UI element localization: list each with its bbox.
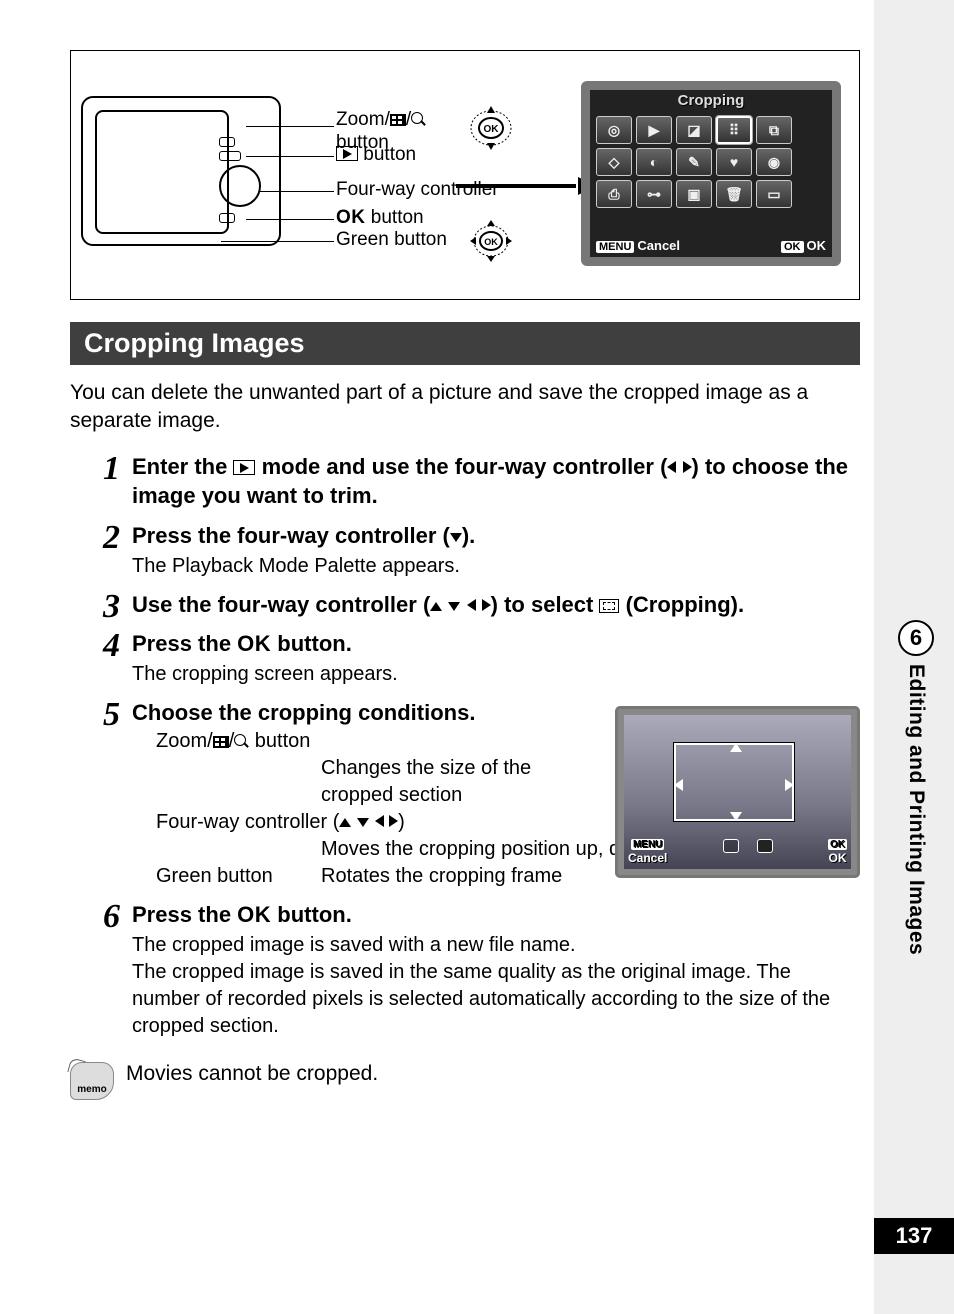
chapter-number-badge: 6 (898, 620, 934, 656)
ok-dpad-icon-all: OK (466, 216, 516, 266)
ok-button-label: OK button (336, 207, 424, 230)
step-3: 3 Use the four-way controller ( ) to sel… (70, 590, 860, 620)
palette-icon-grid: ◎▶◪⠿⧉ ◇◐✎♥◉ ⎙⊶▣🗑▭ (590, 112, 832, 212)
crop-icon (599, 599, 619, 613)
arrow-right-icon (456, 179, 596, 193)
step-2: 2 Press the four-way controller (). The … (70, 521, 860, 580)
crop-screen-preview: MENUCancel OKOK (615, 706, 860, 878)
chapter-title: Editing and Printing Images (904, 664, 928, 955)
playback-button-label: button (336, 144, 416, 167)
palette-screen-preview: Cropping ◎▶◪⠿⧉ ◇◐✎♥◉ ⎙⊶▣🗑▭ MENUCancel OK… (581, 81, 841, 266)
steps-list: 1 Enter the mode and use the four-way co… (70, 452, 860, 1040)
thumbnail-icon (390, 114, 406, 126)
intro-text: You can delete the unwanted part of a pi… (70, 379, 860, 436)
thumbnail-icon (213, 736, 229, 748)
playback-icon (336, 146, 358, 161)
memo-text: Movies cannot be cropped. (126, 1062, 378, 1086)
page-number: 137 (874, 1218, 954, 1254)
playback-icon (233, 460, 255, 475)
page-content: Zoom// button button Four-way controller… (70, 50, 860, 1100)
step-1: 1 Enter the mode and use the four-way co… (70, 452, 860, 511)
svg-text:OK: OK (484, 237, 498, 247)
memo-icon: memo (70, 1062, 114, 1100)
step-4: 4 Press the OK button. The cropping scre… (70, 629, 860, 688)
ok-dpad-icon-vertical: OK (466, 103, 516, 153)
sidebar: 6 Editing and Printing Images 137 (874, 0, 954, 1314)
screen-title: Cropping (590, 90, 832, 112)
green-button-label: Green button (336, 229, 447, 252)
crop-palette-item: ⠿ (716, 116, 752, 144)
svg-text:OK: OK (484, 124, 500, 135)
camera-diagram: Zoom// button button Four-way controller… (70, 50, 860, 300)
memo-note: memo Movies cannot be cropped. (70, 1062, 860, 1100)
camera-illustration (81, 96, 281, 246)
step-6: 6 Press the OK button. The cropped image… (70, 900, 860, 1040)
magnify-icon (411, 112, 426, 127)
magnify-icon (234, 734, 249, 749)
section-heading: Cropping Images (70, 322, 860, 365)
